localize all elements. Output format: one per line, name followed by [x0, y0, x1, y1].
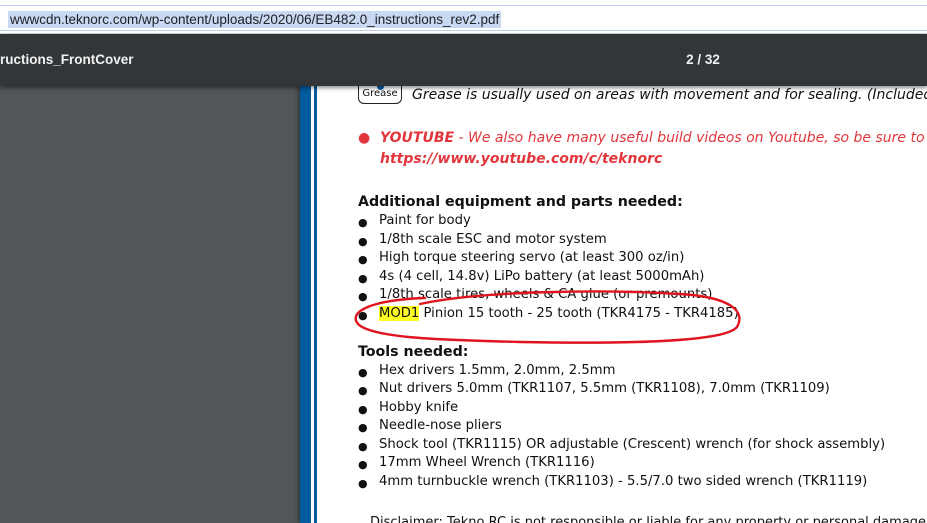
list-item-pinion: MOD1 Pinion 15 tooth - 25 tooth (TKR4175…: [379, 306, 739, 321]
highlight-mod1: MOD1: [379, 306, 420, 321]
list-item: 1/8th scale ESC and motor system: [379, 232, 607, 247]
pdf-page[interactable]: Grease Grease is usually used on areas w…: [300, 86, 927, 523]
list-bullet: ●: [358, 384, 368, 397]
youtube-line: YOUTUBE - We also have many useful build…: [380, 130, 927, 146]
url-field[interactable]: wwwcdn.teknorc.com/wp-content/uploads/20…: [0, 5, 927, 31]
list-bullet: ●: [358, 290, 368, 303]
list-item: Hobby knife: [379, 400, 459, 415]
list-bullet: ●: [358, 440, 368, 453]
youtube-link[interactable]: https://www.youtube.com/c/teknorc: [380, 151, 662, 167]
address-bar: wwwcdn.teknorc.com/wp-content/uploads/20…: [0, 0, 927, 34]
list-bullet: ●: [358, 403, 368, 416]
list-item: Nut drivers 5.0mm (TKR1107, 5.5mm (TKR11…: [379, 381, 830, 396]
document-title: ructions_FrontCover: [0, 52, 134, 67]
list-bullet: ●: [358, 458, 368, 471]
page-content: Grease Grease is usually used on areas w…: [300, 86, 927, 523]
list-item: Paint for body: [379, 213, 471, 228]
list-item: 17mm Wheel Wrench (TKR1116): [379, 455, 595, 470]
list-bullet: ●: [358, 253, 368, 266]
youtube-label: YOUTUBE: [380, 130, 455, 146]
list-item: Hex drivers 1.5mm, 2.0mm, 2.5mm: [379, 363, 616, 378]
youtube-text: - We also have many useful build videos …: [454, 130, 927, 146]
list-item: 4mm turnbuckle wrench (TKR1103) - 5.5/7.…: [379, 474, 868, 489]
list-item: Needle-nose pliers: [379, 418, 502, 433]
list-bullet: ●: [358, 421, 368, 434]
additional-heading: Additional equipment and parts needed:: [358, 194, 683, 210]
list-item: 4s (4 cell, 14.8v) LiPo battery (at leas…: [379, 269, 705, 284]
pinion-text: Pinion 15 tooth - 25 tooth (TKR4175 - TK…: [419, 306, 739, 321]
list-bullet: ●: [358, 235, 368, 248]
disclaimer-text: Disclaimer: Tekno RC is not responsible …: [370, 515, 927, 523]
list-item: 1/8th scale tires, wheels & CA glue (or …: [379, 287, 713, 302]
list-item: Shock tool (TKR1115) OR adjustable (Cres…: [379, 437, 886, 452]
list-bullet: ●: [358, 309, 368, 322]
list-bullet: ●: [358, 477, 368, 490]
url-text[interactable]: wwwcdn.teknorc.com/wp-content/uploads/20…: [8, 11, 502, 28]
grease-icon: Grease: [358, 86, 402, 104]
tools-heading: Tools needed:: [358, 344, 469, 360]
list-bullet: ●: [358, 366, 368, 379]
list-bullet: ●: [358, 272, 368, 285]
list-item: High torque steering servo (at least 300…: [379, 250, 685, 265]
pdf-toolbar: ructions_FrontCover 2 / 32: [0, 34, 927, 86]
youtube-bullet: ●: [358, 130, 371, 146]
page-indicator[interactable]: 2 / 32: [660, 34, 746, 86]
list-bullet: ●: [358, 216, 368, 229]
grease-description: Grease is usually used on areas with mov…: [412, 87, 927, 103]
